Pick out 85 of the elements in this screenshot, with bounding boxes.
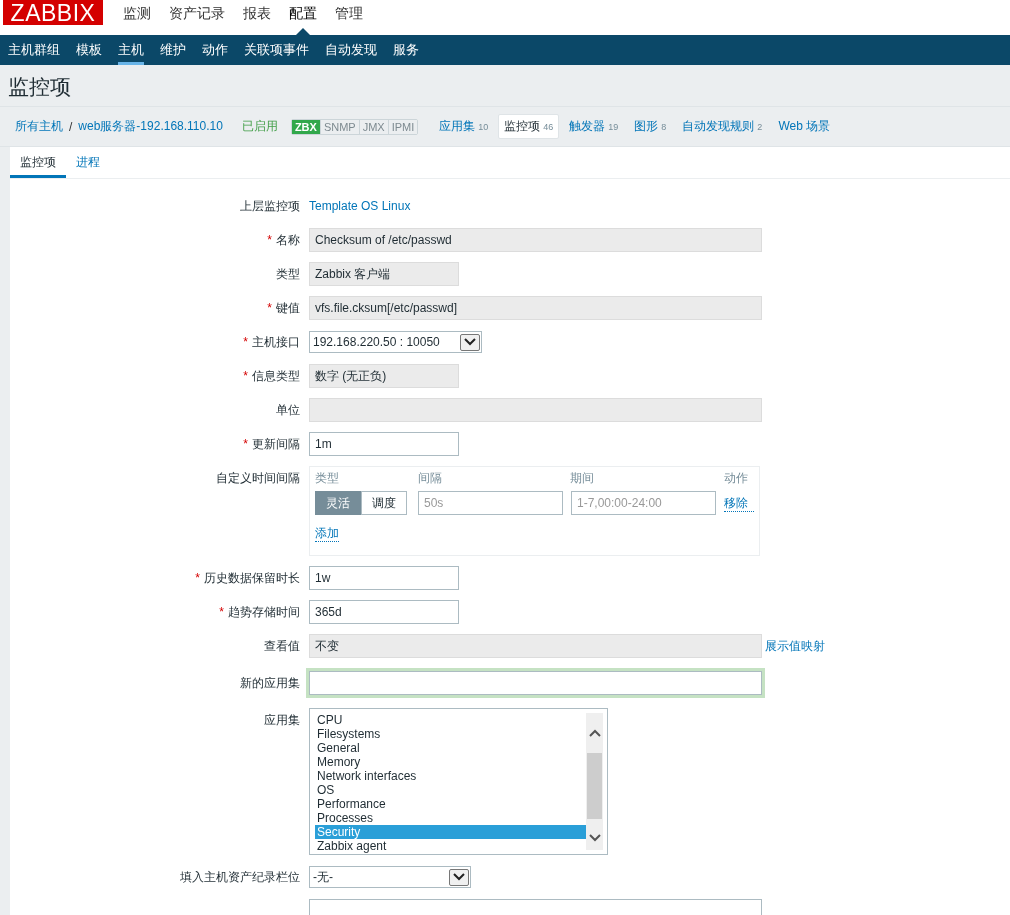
list-option[interactable]: Performance <box>315 797 586 811</box>
main-menu-item[interactable]: 管理 <box>335 5 363 35</box>
field-label: 键值 <box>276 299 300 317</box>
input-field[interactable]: 1m <box>309 432 459 456</box>
select-field[interactable]: -无- <box>309 866 471 888</box>
add-link[interactable]: 添加 <box>315 525 339 542</box>
sub-menu-item[interactable]: 动作 <box>202 35 228 65</box>
input-field[interactable]: 1w <box>309 566 459 590</box>
list-option[interactable]: Memory <box>315 755 586 769</box>
list-option[interactable]: Filesystems <box>315 727 586 741</box>
breadcrumb-link[interactable]: web服务器-192.168.110.10 <box>78 118 223 135</box>
host-status: 已启用 <box>241 118 278 135</box>
sub-menu-item[interactable]: 维护 <box>160 35 186 65</box>
main-menu-item[interactable]: 报表 <box>243 5 271 35</box>
list-box[interactable]: CPU Filesystems General Memory Network interfaces OS Performance Processes Security Zabbix agent <box>309 708 608 855</box>
host-tab[interactable]: Web 场景 <box>772 114 837 139</box>
field-label: 应用集 <box>264 712 300 729</box>
interval-field[interactable]: 50s <box>418 491 563 515</box>
main-menu-item[interactable]: 资产记录 <box>169 5 225 35</box>
sub-menu-item[interactable]: 关联项事件 <box>244 35 309 65</box>
field-label: 上层监控项 <box>240 197 300 215</box>
sub-menu-item[interactable]: 服务 <box>393 35 419 65</box>
required-mark: * <box>267 233 272 247</box>
availability-badge: JMX <box>358 119 388 134</box>
field-label: 名称 <box>276 231 300 249</box>
list-option[interactable]: Network interfaces <box>315 769 586 783</box>
column-header: 间隔 <box>417 470 443 487</box>
sub-menu-item[interactable]: 模板 <box>76 35 102 65</box>
main-menu-item[interactable]: 监测 <box>123 5 151 35</box>
column-header: 动作 <box>724 470 750 487</box>
input-field[interactable]: 365d <box>309 600 459 624</box>
field-label: 单位 <box>276 401 300 419</box>
form-tab[interactable]: 监控项 <box>10 147 66 178</box>
readonly-field: Zabbix 客户端 <box>309 262 459 286</box>
list-option[interactable]: General <box>315 741 586 755</box>
input-field[interactable] <box>309 671 762 695</box>
required-mark: * <box>243 437 248 451</box>
parent-item-link[interactable]: Template OS Linux <box>309 199 411 213</box>
page-title: 监控项 <box>8 74 72 100</box>
field-label: 信息类型 <box>252 367 300 385</box>
field-label: 新的应用集 <box>240 674 300 692</box>
required-mark: * <box>219 605 224 619</box>
scrollbar[interactable] <box>586 713 603 850</box>
required-mark: * <box>243 335 248 349</box>
column-header: 类型 <box>315 470 340 487</box>
dropdown-caret-icon <box>449 868 469 886</box>
main-menu-item[interactable]: 配置 <box>289 5 317 35</box>
field-label: 历史数据保留时长 <box>204 569 300 587</box>
value-mapping-link[interactable]: 展示值映射 <box>765 637 825 655</box>
availability-badge: ZBX <box>291 119 320 134</box>
field-label: 趋势存储时间 <box>228 603 300 621</box>
field-label: 自定义时间间隔 <box>216 470 300 487</box>
logo[interactable]: ZABBIX <box>3 0 103 25</box>
required-mark: * <box>267 301 272 315</box>
sub-menu-item[interactable]: 主机 <box>118 35 144 65</box>
breadcrumb-separator: / <box>69 119 73 134</box>
list-option[interactable]: Processes <box>315 811 586 825</box>
sub-menu-item[interactable]: 主机群组 <box>8 35 60 65</box>
list-option[interactable]: OS <box>315 783 586 797</box>
list-option[interactable]: CPU <box>315 713 586 727</box>
column-header: 期间 <box>569 470 595 487</box>
field-label: 查看值 <box>264 637 300 655</box>
dropdown-caret-icon <box>460 333 480 351</box>
field-label: 类型 <box>276 265 300 283</box>
mode-toggle[interactable]: 调度 <box>361 491 407 515</box>
field-label: 主机接口 <box>252 333 300 351</box>
form-tab[interactable]: 进程 <box>66 147 110 178</box>
scroll-up-icon[interactable] <box>588 729 601 737</box>
readonly-field: vfs.file.cksum[/etc/passwd] <box>309 296 762 320</box>
field-label: 更新间隔 <box>252 435 300 453</box>
readonly-field: Checksum of /etc/passwd <box>309 228 762 252</box>
list-option[interactable]: Zabbix agent <box>315 839 586 853</box>
availability-badge: IPMI <box>387 119 418 134</box>
breadcrumb-link[interactable]: 所有主机 <box>15 118 63 135</box>
field-label: 填入主机资产纪录栏位 <box>180 868 300 886</box>
period-field[interactable]: 1-7,00:00-24:00 <box>571 491 716 515</box>
required-mark: * <box>195 571 200 585</box>
scroll-down-icon[interactable] <box>588 834 601 842</box>
remove-link[interactable]: 移除 <box>724 494 754 512</box>
scroll-thumb[interactable] <box>587 752 602 819</box>
select-field[interactable]: 192.168.220.50 : 10050 <box>309 331 482 353</box>
sub-menu-item[interactable]: 自动发现 <box>325 35 377 65</box>
readonly-field: 数字 (无正负) <box>309 364 459 388</box>
readonly-field: 不变 <box>309 634 762 658</box>
required-mark: * <box>243 369 248 383</box>
